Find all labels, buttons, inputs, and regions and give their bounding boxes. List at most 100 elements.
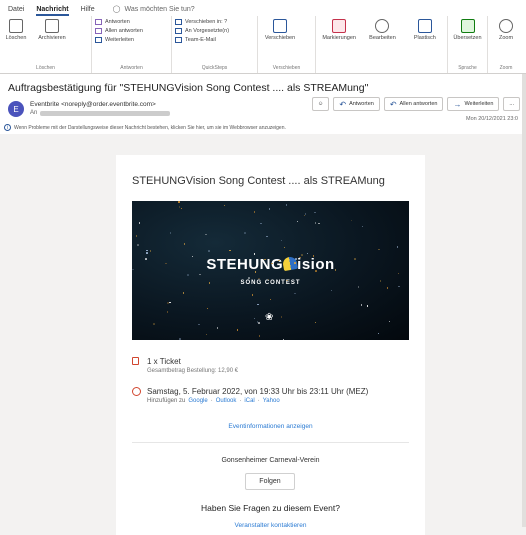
group-label-quicksteps: QuickSteps <box>201 65 228 71</box>
banner-star <box>145 258 147 260</box>
banner-star <box>137 244 139 246</box>
banner-star <box>251 294 254 296</box>
translate-icon <box>460 19 475 33</box>
banner-star <box>178 206 181 208</box>
banner-star <box>354 258 356 260</box>
reading-pane: Auftragsbestätigung für "STEHUNGVision S… <box>0 74 526 535</box>
reply-button[interactable]: Antworten <box>95 19 157 25</box>
immersive-button[interactable]: Plastisch <box>406 19 444 41</box>
banner-star <box>280 316 283 318</box>
event-date: Samstag, 5. Februar 2022, von 19:33 Uhr … <box>147 387 369 396</box>
banner-star <box>135 235 138 237</box>
sender-address[interactable]: Eventbrite <noreply@order.eventbrite.com… <box>30 101 170 108</box>
banner-star <box>236 329 239 331</box>
calendar-ical-link[interactable]: iCal <box>244 398 254 404</box>
banner-star <box>258 335 261 337</box>
banner-star <box>396 246 399 248</box>
tell-me-box[interactable]: ◯ Was möchten Sie tun? <box>113 5 195 16</box>
avatar[interactable]: E <box>8 101 24 117</box>
zoom-icon <box>499 19 513 33</box>
tab-hilfe[interactable]: Hilfe <box>81 6 95 16</box>
search-icon <box>375 19 390 33</box>
banner-star <box>379 280 382 282</box>
reply-all-button[interactable]: Allen antworten <box>95 28 157 34</box>
scrollbar[interactable] <box>522 74 526 527</box>
calendar-yahoo-link[interactable]: Yahoo <box>263 398 280 404</box>
lightbulb-icon: ◯ <box>112 6 121 13</box>
banner-star <box>178 201 180 203</box>
banner-star <box>199 273 201 276</box>
emoji-button[interactable]: ☺ <box>311 97 330 111</box>
banner-star <box>132 268 134 271</box>
add-to-calendar: Hinzufügen zu Google · Outlook · iCal · Yah… <box>147 398 280 404</box>
quickstep-team[interactable]: Team-E-Mail <box>175 37 253 43</box>
group-quicksteps: Verschieben in: ? An Vorgesetzte(n) Team… <box>172 16 258 73</box>
banner-star <box>314 321 317 324</box>
forward-icon <box>95 37 102 43</box>
contact-organizer-link[interactable]: Veranstalter kontaktieren <box>116 522 425 529</box>
mail-icon <box>175 37 182 43</box>
banner-star <box>180 207 183 210</box>
move-button[interactable]: Verschieben <box>261 19 299 41</box>
sender-block: E Eventbrite <noreply@order.eventbrite.c… <box>8 101 171 117</box>
event-banner: STEHUNG ision SONG CONTEST ❀ <box>132 201 409 340</box>
reply-action-button[interactable]: ↶ Antworten <box>333 97 380 111</box>
banner-star <box>182 292 185 294</box>
move-folder-icon <box>273 19 287 33</box>
zoom-button[interactable]: Zoom <box>491 19 521 41</box>
quickstep-manager[interactable]: An Vorgesetzte(n) <box>175 28 253 34</box>
reply-arrow-icon: ↶ <box>339 99 347 109</box>
banner-star <box>282 338 285 340</box>
event-info-link[interactable]: Eventinformationen anzeigen <box>116 423 425 430</box>
ribbon: Löschen Archivieren Löschen Antworten Al… <box>0 16 526 74</box>
banner-star <box>138 222 141 224</box>
banner-star <box>304 213 307 215</box>
reply-icon <box>95 19 102 25</box>
banner-star <box>386 287 389 289</box>
banner-star <box>361 225 364 228</box>
ticket-count: 1 x Ticket <box>147 357 181 366</box>
banner-star <box>153 323 155 325</box>
banner-star <box>398 285 400 288</box>
delete-button[interactable]: Löschen <box>3 19 29 41</box>
eventbrite-card: STEHUNGVision Song Contest .... als STRE… <box>116 155 425 535</box>
group-move: Verschieben Verschieben <box>258 16 316 73</box>
edit-button[interactable]: Bearbeiten <box>363 19 401 41</box>
banner-star <box>269 298 272 301</box>
tab-datei[interactable]: Datei <box>8 6 24 16</box>
clock-icon <box>132 387 141 396</box>
reply-all-action-button[interactable]: ↶ Allen antworten <box>383 97 444 111</box>
banner-star <box>179 338 181 340</box>
info-icon: i <box>4 124 11 131</box>
more-actions-button[interactable]: ... <box>503 97 520 111</box>
recipient-line: An <box>30 110 171 116</box>
info-bar[interactable]: i Wenn Probleme mit der Darstellungsweise… <box>4 124 286 131</box>
group-label-respond: Antworten <box>120 65 143 71</box>
banner-star <box>301 254 303 256</box>
calendar-outlook-link[interactable]: Outlook <box>216 398 237 404</box>
group-label-zoom: Zoom <box>499 65 513 71</box>
banner-star <box>366 305 369 307</box>
tab-nachricht[interactable]: Nachricht <box>36 6 69 16</box>
forward-button[interactable]: Weiterleiten <box>95 37 157 43</box>
quickstep-move[interactable]: Verschieben in: ? <box>175 19 253 25</box>
flag-button[interactable]: Markierungen <box>319 19 359 41</box>
banner-star <box>283 246 286 249</box>
trash-icon <box>9 19 23 33</box>
banner-star <box>303 214 306 217</box>
banner-star <box>149 250 152 252</box>
arrow-icon <box>175 28 182 34</box>
group-label-delete: Löschen <box>36 65 55 71</box>
banner-star <box>166 311 169 313</box>
banner-star <box>388 320 391 323</box>
banner-star <box>296 220 299 223</box>
forward-action-button[interactable]: → Weiterleiten <box>447 97 500 111</box>
archive-button[interactable]: Archivieren <box>33 19 71 41</box>
banner-star <box>169 301 171 304</box>
calendar-google-link[interactable]: Google <box>188 398 207 404</box>
translate-button[interactable]: Übersetzen <box>451 19 484 41</box>
banner-star <box>294 262 296 264</box>
follow-button[interactable]: Folgen <box>245 473 295 490</box>
banner-star <box>268 208 271 210</box>
banner-star <box>350 219 353 222</box>
